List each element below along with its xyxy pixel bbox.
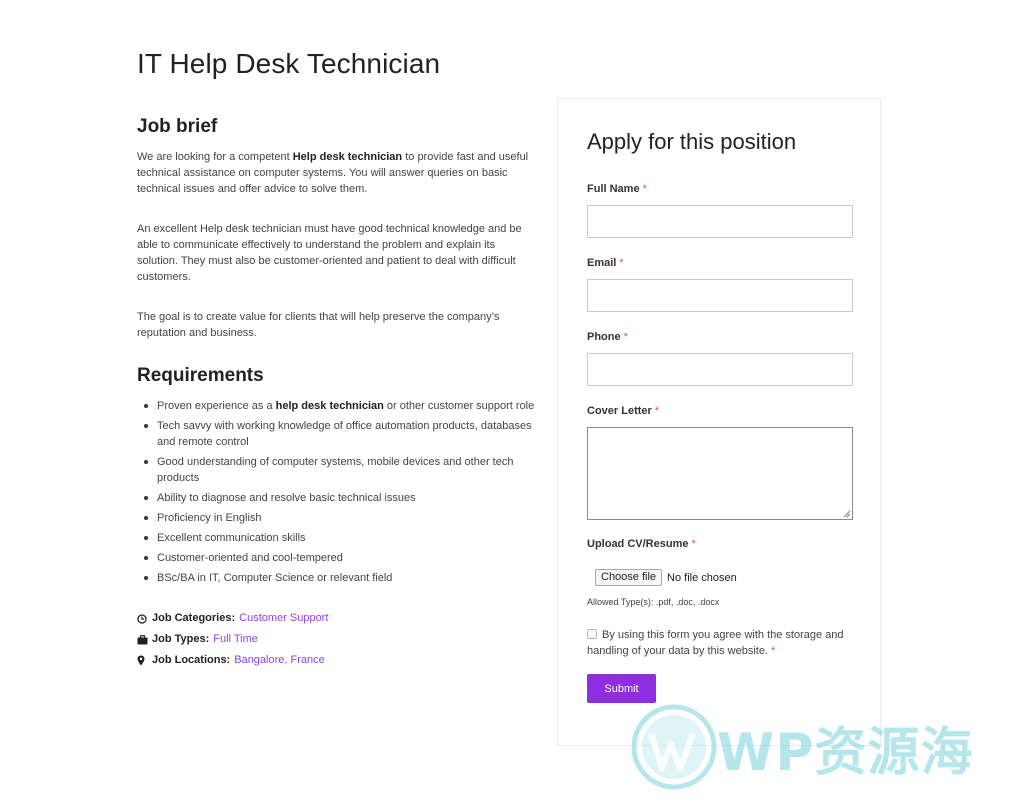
job-categories-label: Job Categories: — [152, 612, 236, 624]
email-label: Email * — [587, 257, 624, 269]
requirement-item: Excellent communication skills — [137, 530, 537, 546]
required-marker: * — [654, 405, 660, 417]
resize-grip-icon[interactable] — [843, 510, 851, 518]
job-brief-paragraph-2: An excellent Help desk technician must h… — [137, 223, 522, 283]
cover-letter-label-text: Cover Letter — [587, 405, 652, 417]
required-marker: * — [642, 183, 647, 195]
requirement-item: Ability to diagnose and resolve basic te… — [137, 490, 537, 506]
upload-cv-label: Upload CV/Resume * — [587, 538, 696, 550]
requirements-heading: Requirements — [137, 365, 264, 386]
required-marker: * — [623, 331, 628, 343]
job-categories-row: Job Categories: Customer Support — [137, 608, 537, 629]
job-type-link[interactable]: Full Time — [213, 629, 258, 650]
requirement-item-0-end: or other customer support role — [383, 400, 535, 412]
choose-file-button[interactable]: Choose file — [595, 569, 663, 586]
job-category-link[interactable]: Customer Support — [239, 608, 328, 629]
watermark-text: WP资源海 — [717, 723, 974, 783]
file-status-text: No file chosen — [667, 571, 737, 584]
job-brief-p1-start: We are looking for a competent — [137, 151, 293, 163]
job-locations-row: Job Locations: Bangalore, France — [137, 650, 537, 671]
required-marker: * — [691, 538, 696, 550]
job-brief-paragraph-1: We are looking for a competent Help desk… — [137, 149, 537, 197]
required-marker: * — [771, 645, 776, 657]
job-brief-paragraph-3: The goal is to create value for clients … — [137, 311, 500, 339]
job-types-label: Job Types: — [152, 633, 210, 645]
requirements-list: Proven experience as a help desk technic… — [137, 398, 537, 586]
consent-checkbox[interactable] — [587, 629, 597, 640]
requirement-item-0-start: Proven experience as a — [157, 400, 276, 412]
full-name-label-text: Full Name — [587, 183, 640, 195]
job-brief-p1-bold: Help desk technician — [292, 151, 403, 163]
requirement-item: BSc/BA in IT, Computer Science or releva… — [137, 570, 537, 586]
full-name-label: Full Name * — [587, 183, 647, 195]
requirement-item: Proficiency in English — [137, 510, 537, 526]
upload-cv-label-text: Upload CV/Resume — [587, 538, 689, 550]
job-location-link[interactable]: Bangalore, France — [234, 650, 325, 671]
job-description: Job brief We are looking for a competent… — [137, 116, 537, 671]
cover-letter-label: Cover Letter * — [587, 405, 659, 417]
email-label-text: Email — [587, 257, 617, 269]
email-input[interactable] — [587, 279, 853, 312]
consent-text: By using this form you agree with the st… — [587, 629, 844, 657]
job-brief-heading: Job brief — [137, 116, 218, 137]
phone-label: Phone * — [587, 331, 628, 343]
phone-input[interactable] — [587, 353, 853, 386]
requirement-item: Customer-oriented and cool-tempered — [137, 550, 537, 566]
page-title: IT Help Desk Technician — [137, 48, 441, 79]
watermark: WP资源海 — [631, 704, 995, 790]
requirement-item: Proven experience as a help desk technic… — [137, 398, 537, 414]
application-form: Apply for this position Full Name * Email… — [557, 98, 881, 746]
requirement-item: Good understanding of computer systems, … — [137, 454, 537, 486]
form-title: Apply for this position — [587, 129, 797, 154]
submit-button[interactable]: Submit — [587, 674, 656, 703]
map-pin-icon — [137, 655, 149, 666]
wordpress-logo-icon — [631, 704, 717, 790]
job-locations-label: Job Locations: — [152, 654, 231, 666]
phone-label-text: Phone — [587, 331, 621, 343]
full-name-input[interactable] — [587, 205, 853, 238]
job-meta: Job Categories: Customer Support Job Typ… — [137, 608, 537, 671]
cover-letter-textarea[interactable] — [587, 427, 853, 520]
required-marker: * — [619, 257, 624, 269]
requirement-item-0-bold: help desk technician — [275, 400, 384, 412]
briefcase-icon — [137, 634, 149, 645]
consent-row: By using this form you agree with the st… — [587, 627, 857, 659]
job-types-row: Job Types: Full Time — [137, 629, 537, 650]
allowed-types-text: Allowed Type(s): .pdf, .doc, .docx — [587, 597, 720, 607]
clock-icon — [137, 613, 149, 624]
requirement-item: Tech savvy with working knowledge of off… — [137, 418, 537, 450]
file-upload: Choose file No file chosen — [595, 569, 737, 586]
